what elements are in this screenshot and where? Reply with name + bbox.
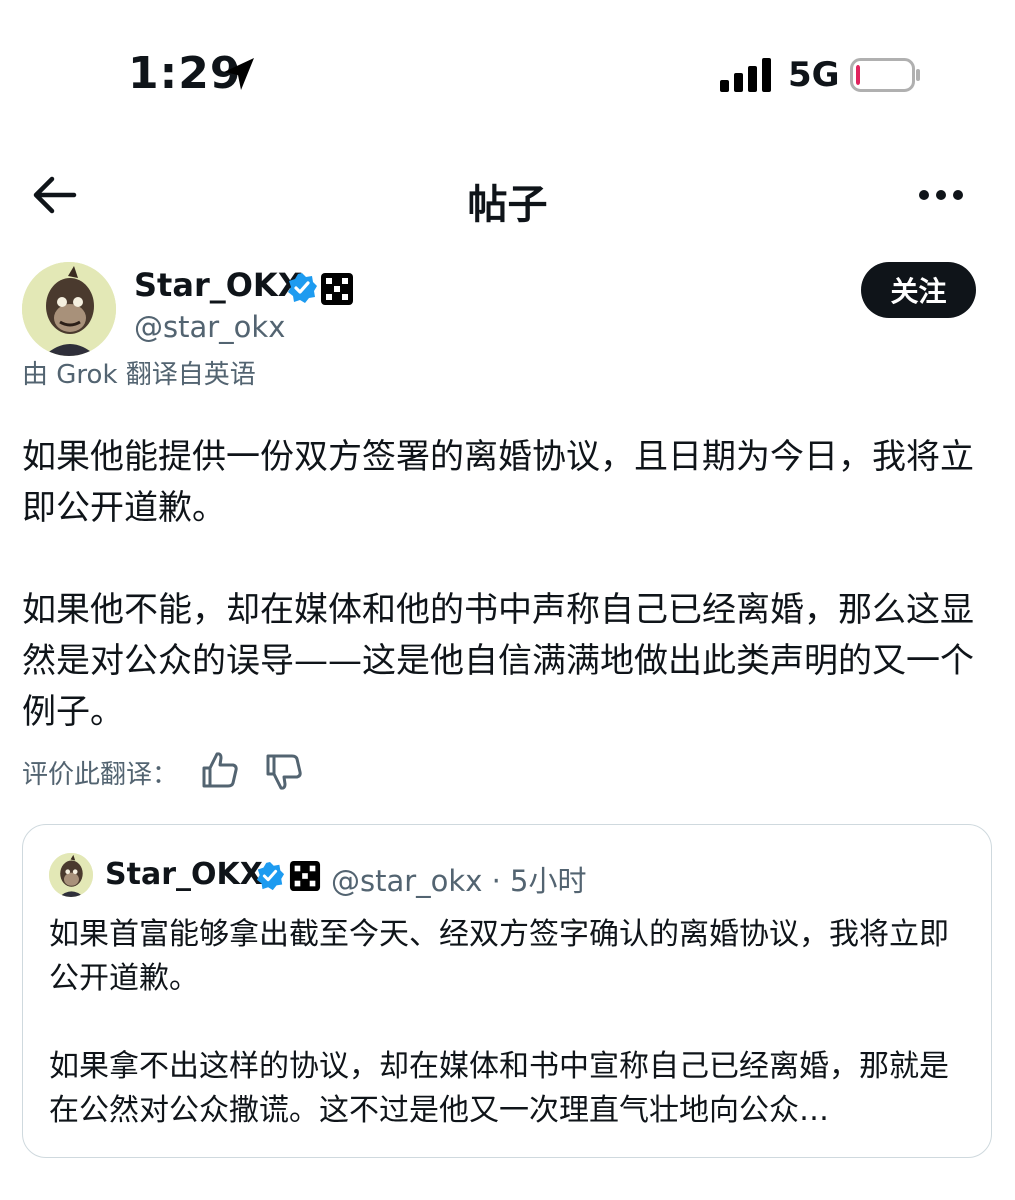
thumb-up-icon[interactable]: [200, 750, 240, 790]
quoted-post-card[interactable]: Star_OKX @star_okx · 5小时 如果首富能够拿出截至今天、经双…: [22, 824, 992, 1158]
location-arrow-icon: [224, 58, 254, 90]
verified-icon: [256, 861, 285, 891]
verified-icon: [288, 273, 317, 303]
rate-translation-label: 评价此翻译：: [22, 760, 179, 790]
network-type: 5G: [788, 55, 840, 95]
affiliate-badge-icon: [289, 860, 321, 892]
nav-header: 帖子: [0, 160, 1015, 230]
avatar[interactable]: [22, 262, 116, 356]
signal-icon: [720, 58, 771, 92]
post-text: 如果他能提供一份双方签署的离婚协议，且日期为今日，我将立即公开道歉。 如果他不能…: [22, 432, 997, 789]
affiliate-badge-icon[interactable]: [320, 272, 354, 306]
battery-icon: [850, 58, 920, 92]
quoted-post-text: 如果首富能够拿出截至今天、经双方签字确认的离婚协议，我将立即公开道歉。 如果拿不…: [49, 913, 969, 1177]
quoted-display-name: Star_OKX: [105, 857, 263, 892]
follow-button[interactable]: 关注: [861, 262, 976, 318]
quoted-paragraph: 如果首富能够拿出截至今天、经双方签字确认的离婚协议，我将立即公开道歉。: [49, 917, 949, 996]
quoted-paragraph: 如果拿不出这样的协议，却在媒体和书中宣称自己已经离婚，那就是在公然对公众撒谎。这…: [49, 1049, 949, 1128]
post-paragraph: 如果他不能，却在媒体和他的书中声称自己已经离婚，那么这显然是对公众的误导——这是…: [22, 590, 974, 732]
thumb-down-icon[interactable]: [264, 752, 304, 792]
author-handle[interactable]: @star_okx: [134, 310, 285, 344]
quoted-handle-time: @star_okx · 5小时: [331, 864, 587, 898]
status-bar: 1:29 5G: [0, 0, 1015, 150]
translation-source: 由 Grok 翻译自英语: [22, 360, 256, 390]
page-title: 帖子: [467, 182, 548, 228]
author-display-name[interactable]: Star_OKX: [134, 266, 302, 304]
quoted-avatar: [49, 853, 93, 897]
post-paragraph: 如果他能提供一份双方签署的离婚协议，且日期为今日，我将立即公开道歉。: [22, 437, 974, 528]
more-icon[interactable]: [916, 180, 966, 210]
